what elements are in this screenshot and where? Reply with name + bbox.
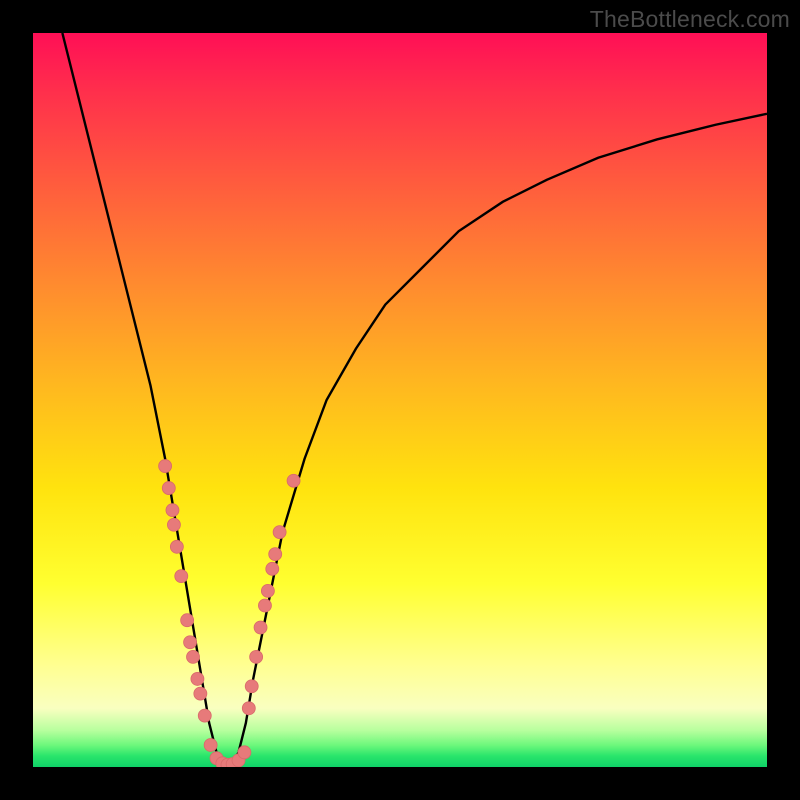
data-dot bbox=[181, 614, 194, 627]
data-dot bbox=[238, 746, 251, 759]
data-dot bbox=[187, 650, 200, 663]
data-dot bbox=[245, 680, 258, 693]
data-dot bbox=[194, 687, 207, 700]
data-dot bbox=[167, 518, 180, 531]
data-dot bbox=[162, 482, 175, 495]
data-dot bbox=[269, 548, 282, 561]
chart-svg bbox=[33, 33, 767, 767]
data-dot bbox=[204, 738, 217, 751]
data-dot bbox=[166, 504, 179, 517]
data-dot bbox=[175, 570, 188, 583]
data-dot bbox=[242, 702, 255, 715]
data-dot bbox=[170, 540, 183, 553]
bottleneck-curve bbox=[62, 33, 767, 767]
data-dot bbox=[287, 474, 300, 487]
data-dot bbox=[258, 599, 271, 612]
data-dot bbox=[191, 672, 204, 685]
plot-area bbox=[33, 33, 767, 767]
data-dot bbox=[198, 709, 211, 722]
data-dot bbox=[266, 562, 279, 575]
data-dot bbox=[184, 636, 197, 649]
outer-frame: TheBottleneck.com bbox=[0, 0, 800, 800]
data-dot bbox=[159, 460, 172, 473]
watermark-text: TheBottleneck.com bbox=[590, 6, 790, 33]
data-dot bbox=[261, 584, 274, 597]
data-dot bbox=[254, 621, 267, 634]
data-dots-group bbox=[159, 460, 300, 767]
data-dot bbox=[250, 650, 263, 663]
data-dot bbox=[273, 526, 286, 539]
